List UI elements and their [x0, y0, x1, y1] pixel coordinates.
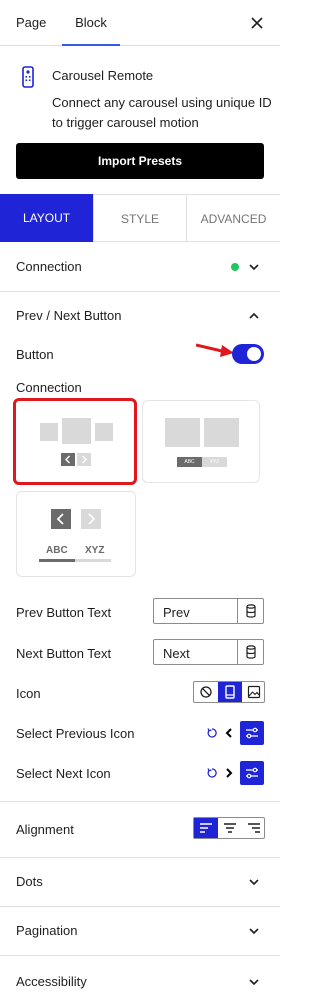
- next-text-field[interactable]: Next: [153, 639, 264, 665]
- panel-dots[interactable]: Dots: [0, 858, 280, 906]
- next-arrow-icon: [77, 453, 91, 466]
- alignment-group: [193, 817, 265, 839]
- reset-icon[interactable]: [206, 727, 218, 739]
- block-title: Carousel Remote: [52, 68, 154, 83]
- tab-advanced[interactable]: ADVANCED: [186, 194, 280, 242]
- slide-thumb: [40, 423, 58, 441]
- database-icon: [246, 645, 256, 659]
- tab-abc: ABC: [177, 457, 202, 467]
- dynamic-data-button[interactable]: [237, 640, 263, 664]
- ban-icon: [200, 686, 212, 698]
- panel-pagination-title: Pagination: [16, 923, 78, 938]
- next-arrow-icon: [81, 509, 101, 529]
- book-icon: [225, 685, 235, 699]
- panel-connection[interactable]: Connection: [0, 243, 280, 291]
- icon-type-group: [193, 681, 265, 703]
- next-text-label: Next Button Text: [16, 646, 112, 661]
- connection-layout-label: Connection: [16, 380, 82, 395]
- prev-arrow-icon: [61, 453, 75, 466]
- panel-connection-title: Connection: [16, 259, 82, 274]
- align-center-icon: [224, 823, 236, 833]
- chevron-up-icon: [249, 312, 259, 319]
- panel-prev-next[interactable]: Prev / Next Button: [0, 292, 280, 340]
- remote-control-icon: [22, 66, 34, 88]
- close-icon[interactable]: [248, 14, 266, 32]
- chevron-left-icon: [225, 728, 232, 738]
- divider: [0, 801, 280, 802]
- slide-thumb: [165, 418, 200, 447]
- chevron-down-icon: [249, 264, 259, 271]
- icon-label: Icon: [16, 686, 41, 701]
- panel-accessibility[interactable]: Accessibility: [0, 956, 280, 993]
- prev-arrow-icon: [51, 509, 71, 529]
- panel-prev-next-title: Prev / Next Button: [16, 308, 122, 323]
- tab-style[interactable]: STYLE: [93, 194, 186, 242]
- button-toggle[interactable]: [232, 344, 264, 364]
- section-tabs: LAYOUT STYLE ADVANCED: [0, 194, 280, 242]
- align-right-icon: [248, 823, 260, 833]
- layout-option-arrows-with-labels[interactable]: ABC XYZ: [16, 491, 136, 577]
- icon-none-option[interactable]: [194, 682, 218, 702]
- active-underline: [39, 559, 75, 562]
- prev-text-label: Prev Button Text: [16, 605, 112, 620]
- import-presets-button[interactable]: Import Presets: [16, 143, 264, 179]
- toggle-knob: [247, 347, 261, 361]
- reset-icon[interactable]: [206, 767, 218, 779]
- chevron-down-icon: [249, 879, 259, 886]
- select-prev-icon-label: Select Previous Icon: [16, 726, 135, 741]
- sliders-icon: [246, 727, 258, 739]
- align-right-option[interactable]: [242, 818, 266, 838]
- block-description: Connect any carousel using unique ID to …: [52, 95, 272, 130]
- layout-option-arrows-under-slides[interactable]: [13, 398, 137, 485]
- tab-xyz: XYZ: [202, 457, 227, 467]
- label-abc: ABC: [46, 545, 68, 556]
- slide-thumb: [62, 418, 91, 444]
- button-label: Button: [16, 347, 54, 362]
- align-left-icon: [200, 823, 212, 833]
- select-next-icon-label: Select Next Icon: [16, 766, 111, 781]
- alignment-label: Alignment: [16, 822, 74, 837]
- sidebar-tabs: Page Block: [0, 0, 280, 46]
- status-dot: [231, 263, 239, 271]
- inactive-underline: [75, 559, 111, 562]
- tab-page[interactable]: Page: [16, 0, 46, 46]
- next-text-value: Next: [163, 646, 190, 661]
- database-icon: [246, 604, 256, 618]
- panel-dots-title: Dots: [16, 874, 43, 889]
- icon-library-option[interactable]: [218, 682, 242, 702]
- layout-option-abc-xyz-tabs[interactable]: ABC XYZ: [142, 400, 260, 483]
- align-left-option[interactable]: [194, 818, 218, 838]
- panel-pagination[interactable]: Pagination: [0, 907, 280, 955]
- dynamic-data-button[interactable]: [237, 599, 263, 623]
- chevron-down-icon: [249, 979, 259, 986]
- tab-layout[interactable]: LAYOUT: [0, 194, 93, 242]
- align-center-option[interactable]: [218, 818, 242, 838]
- sliders-icon: [246, 767, 258, 779]
- chevron-down-icon: [249, 928, 259, 935]
- prev-text-field[interactable]: Prev: [153, 598, 264, 624]
- panel-accessibility-title: Accessibility: [16, 974, 87, 989]
- chevron-right-icon: [226, 768, 233, 778]
- tab-block[interactable]: Block: [62, 0, 120, 46]
- select-next-icon-button[interactable]: [240, 761, 264, 785]
- prev-text-value: Prev: [163, 605, 190, 620]
- select-prev-icon-button[interactable]: [240, 721, 264, 745]
- label-xyz: XYZ: [85, 545, 105, 556]
- slide-thumb: [95, 423, 113, 441]
- slide-thumb: [204, 418, 239, 447]
- icon-image-option[interactable]: [242, 682, 266, 702]
- image-icon: [247, 685, 261, 699]
